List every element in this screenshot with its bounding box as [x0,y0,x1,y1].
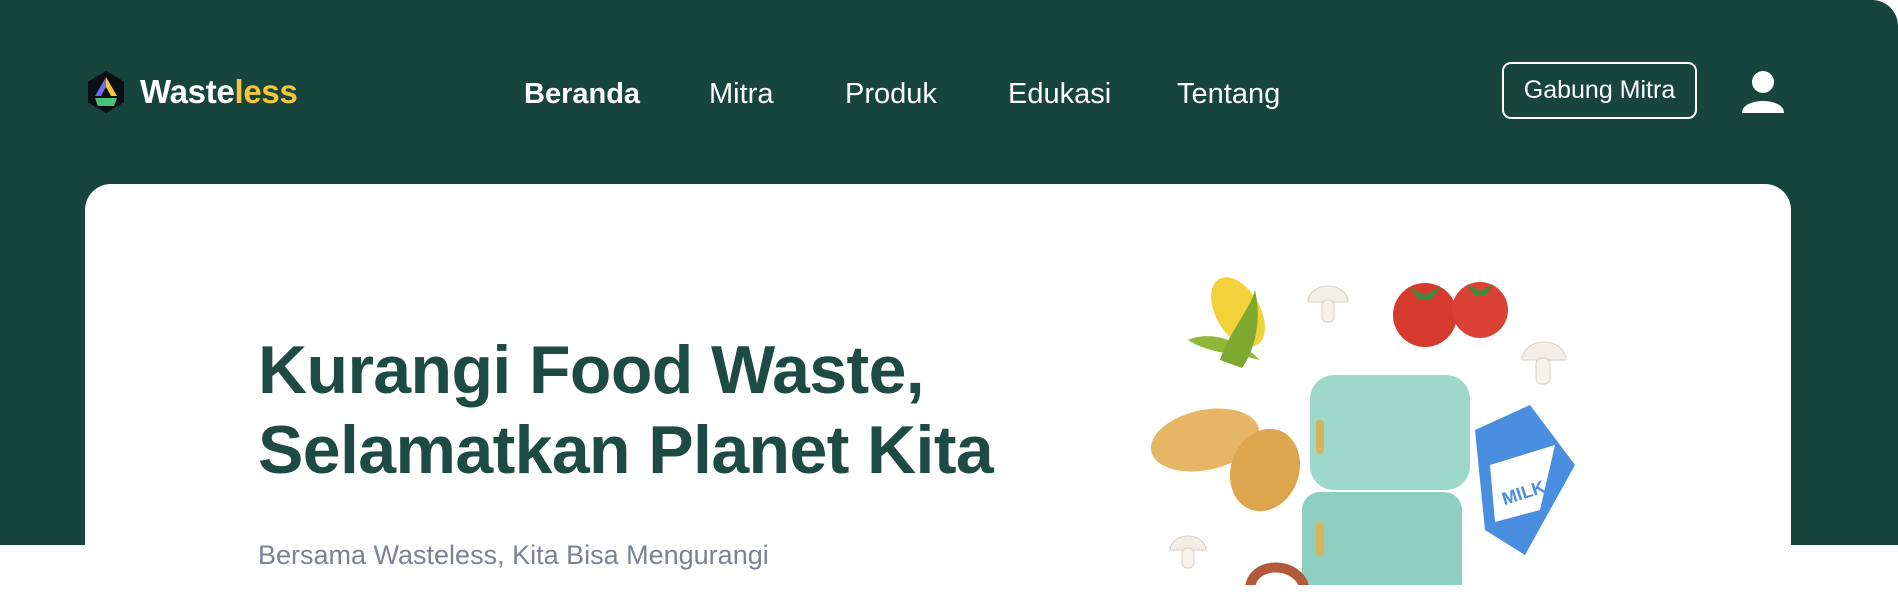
milk-carton-icon: MILK [1475,405,1575,555]
nav-item-edukasi[interactable]: Edukasi [1008,74,1111,114]
mushroom-icon [1521,341,1567,385]
hero-title-line-1: Kurangi Food Waste, [258,332,925,408]
join-partner-button[interactable]: Gabung Mitra [1502,62,1697,119]
corn-icon [1188,277,1265,368]
nav-item-tentang[interactable]: Tentang [1177,74,1280,114]
sausage-icon [1245,562,1310,595]
tomato-icon [1393,282,1508,347]
mushroom-icon [1169,535,1207,569]
hero-title: Kurangi Food Waste, Selamatkan Planet Ki… [258,330,994,490]
nav-item-beranda[interactable]: Beranda [524,74,640,114]
food-fridge-illustration: MILK [1130,260,1610,602]
nav-item-produk[interactable]: Produk [845,74,937,114]
user-icon[interactable] [1739,67,1787,115]
mushroom-icon [1307,285,1349,323]
bread-icon [1150,408,1301,512]
hero-title-line-2: Selamatkan Planet Kita [258,412,994,488]
nav-item-mitra[interactable]: Mitra [709,74,773,114]
fridge-icon [1302,375,1470,602]
hero-subtitle: Bersama Wasteless, Kita Bisa Mengurangi [258,540,769,570]
